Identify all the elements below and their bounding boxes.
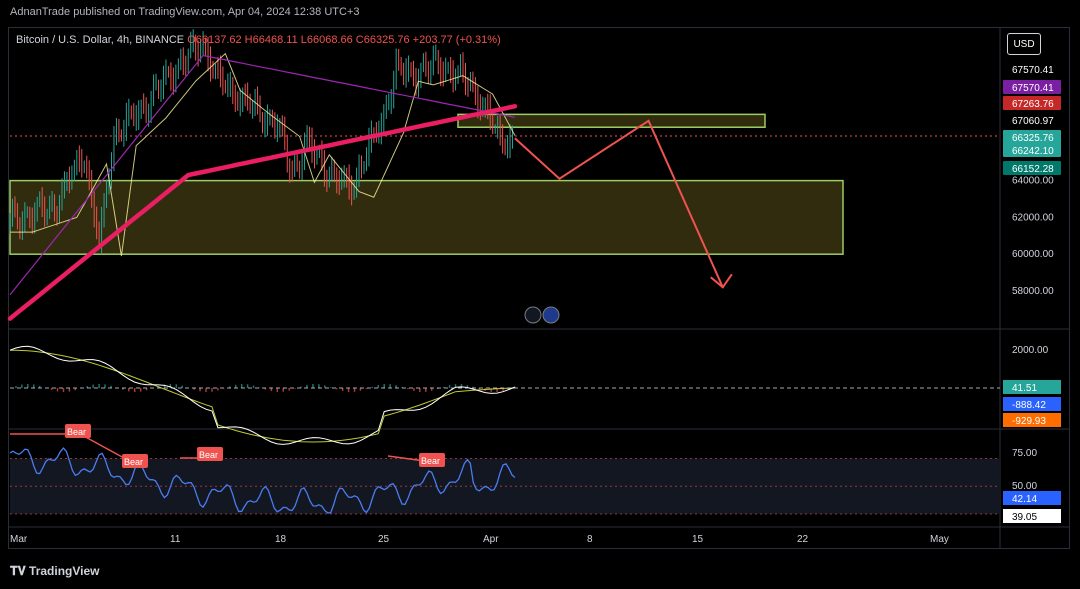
price-tag-label: 67263.76 [1012,99,1054,110]
price-tag-label: 66152.28 [1012,164,1054,175]
rsi-tag-label: 39.05 [1012,512,1037,523]
time-tick-label: 15 [692,534,704,545]
tv-logo-icon: 𝐓𝐕 [10,564,30,578]
rsi-tag-label: 42.14 [1012,494,1037,505]
price-tag-label: 66242.10 [1012,146,1054,157]
brand-label: TradingView [29,564,100,578]
projection-arrowhead [710,273,733,289]
chart-canvas[interactable]: 64000.00 62000.00 60000.00 58000.00 67570.41… [0,0,1080,589]
price-tick-label: 64000.00 [1012,176,1054,187]
price-tag-label: 66325.76 [1012,133,1054,144]
price-tick-label: 58000.00 [1012,286,1054,297]
macd-tag-label: 41.51 [1012,383,1037,394]
price-tick-label: 60000.00 [1012,249,1054,260]
rsi-tick-label: 75.00 [1012,448,1037,459]
tradingview-logo[interactable]: 𝐓𝐕 TradingView [10,564,100,579]
bear-label: Bear [421,456,440,466]
symbol-legend: Bitcoin / U.S. Dollar, 4h, BINANCE O6613… [16,34,501,46]
macd-tag-label: -888.42 [1012,400,1046,411]
bear-label: Bear [124,457,143,467]
time-tick-label: May [930,534,949,545]
macd-tick-label: 2000.00 [1012,345,1049,356]
time-tick-label: 11 [170,534,181,545]
ohlc-values: O66137.62 H66468.11 L66068.66 C66325.76 … [187,34,501,46]
time-tick-label: 18 [275,534,287,545]
time-tick-label: Apr [483,534,499,545]
bear-label: Bear [67,427,86,437]
flash-icon [524,306,542,324]
rsi-tick-label: 50.00 [1012,481,1037,492]
time-tick-label: Mar [10,534,28,545]
symbol-name[interactable]: Bitcoin / U.S. Dollar, 4h, BINANCE [16,34,184,46]
price-tick-label: 62000.00 [1012,212,1054,223]
macd-tag-label: -929.93 [1012,416,1046,427]
price-tag-label: 67570.41 [1012,65,1054,76]
price-tag-label: 67060.97 [1012,116,1054,127]
bear-label: Bear [199,450,218,460]
price-tag-label: 67570.41 [1012,83,1054,94]
time-tick-label: 8 [587,534,593,545]
currency-button[interactable]: USD [1007,33,1041,55]
time-tick-label: 22 [797,534,809,545]
time-tick-label: 25 [378,534,390,545]
flag-icon [542,306,560,324]
